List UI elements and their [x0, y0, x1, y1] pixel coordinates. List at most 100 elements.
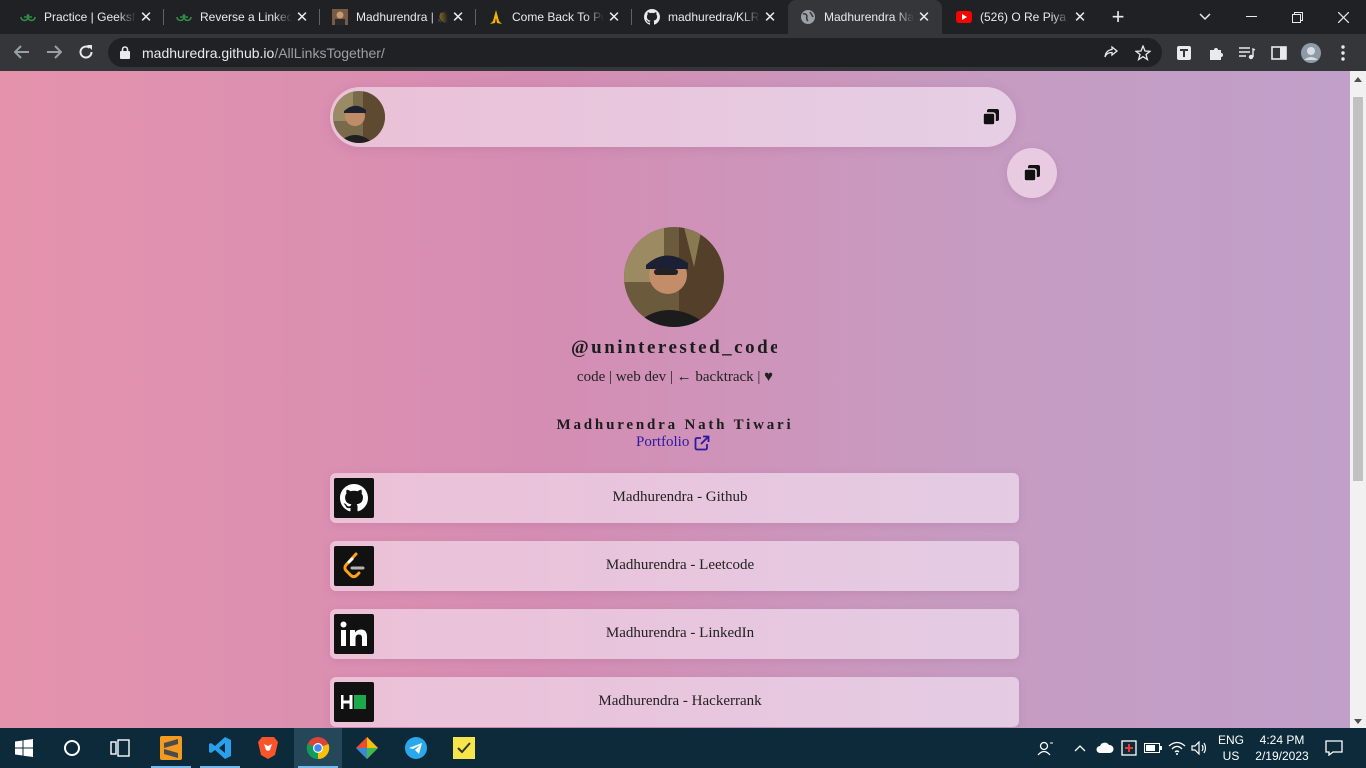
telegram-icon[interactable]: [392, 728, 440, 768]
link-label: Madhurendra - Leetcode: [605, 557, 755, 573]
close-icon[interactable]: ✕: [914, 7, 934, 27]
sublime-text-icon[interactable]: [147, 728, 195, 768]
tab-title: Madhurendra Na: [824, 10, 914, 24]
tab-6[interactable]: (526) O Re Piya [S ✕: [944, 0, 1098, 34]
tray-chevron-up-icon[interactable]: [1070, 728, 1090, 768]
copy-icon[interactable]: [982, 108, 1000, 126]
tab-5-active[interactable]: Madhurendra Na ✕: [788, 0, 942, 34]
task-view-icon[interactable]: [96, 728, 144, 768]
tab-0[interactable]: Practice | GeeksforGeeks ✕: [8, 0, 164, 34]
tab-3[interactable]: Come Back To Pos ✕: [476, 0, 632, 34]
portfolio-label: Portfolio: [636, 434, 690, 450]
share-bar: [330, 87, 1016, 147]
onedrive-cloud-icon[interactable]: [1094, 728, 1116, 768]
antivirus-icon[interactable]: [1118, 728, 1140, 768]
minimize-icon[interactable]: [1228, 0, 1274, 34]
clock-time: 4:24 PM: [1259, 733, 1305, 747]
wifi-icon[interactable]: [1166, 728, 1188, 768]
scroll-up-arrow-icon[interactable]: [1354, 77, 1362, 82]
media-playlist-icon[interactable]: [1236, 42, 1258, 64]
taskbar-clock[interactable]: 4:24 PM 2/19/2023: [1249, 732, 1315, 764]
profile-full-name: Madhurendra Nath Tiwari: [556, 417, 794, 433]
input-language-indicator[interactable]: ENG US: [1214, 732, 1248, 764]
close-icon[interactable]: ✕: [136, 7, 156, 27]
url-text: madhuredra.github.io/AllLinksTogether/: [142, 45, 385, 61]
chrome-icon[interactable]: [294, 728, 342, 768]
gfg-icon: [20, 9, 36, 25]
forward-arrow-icon[interactable]: [40, 38, 68, 66]
tab-4[interactable]: madhuredra/KLR ✕: [632, 0, 788, 34]
copy-link-button[interactable]: [1007, 148, 1057, 198]
profile-tagline: code | web dev | ← backtrack | ♥: [576, 369, 774, 385]
volume-icon[interactable]: [1189, 728, 1211, 768]
language-region: US: [1222, 749, 1240, 763]
profile-handle: @uninterested_code: [571, 337, 777, 358]
link-label: Madhurendra - LinkedIn: [605, 625, 755, 641]
extensions-puzzle-icon[interactable]: [1205, 42, 1227, 64]
side-panel-icon[interactable]: [1268, 42, 1290, 64]
profile-avatar-icon[interactable]: [1300, 42, 1322, 64]
clock-date: 2/19/2023: [1255, 749, 1309, 763]
vscode-icon[interactable]: [196, 728, 244, 768]
tab-title: Practice | GeeksforGeeks: [44, 10, 136, 24]
reload-icon[interactable]: [72, 38, 100, 66]
globe-icon: [800, 9, 816, 25]
copy-icon: [1023, 165, 1040, 182]
sticky-notes-icon[interactable]: [440, 728, 488, 768]
tab-title: madhuredra/KLR: [668, 10, 760, 24]
portfolio-link[interactable]: Portfolio: [636, 434, 710, 451]
tab-title: Come Back To Pos: [512, 10, 604, 24]
tab-1[interactable]: Reverse a Linked List ✕: [164, 0, 320, 34]
battery-icon[interactable]: [1142, 728, 1164, 768]
text-extension-icon[interactable]: [1173, 42, 1195, 64]
url-host: madhuredra.github.io: [142, 45, 275, 61]
notification-icon[interactable]: [1320, 728, 1348, 768]
link-card-leetcode[interactable]: Madhurendra - Leetcode: [330, 541, 1019, 591]
browser-toolbar: madhuredra.github.io/AllLinksTogether/: [0, 34, 1366, 71]
language-code: ENG: [1217, 733, 1244, 747]
profile-photo: [624, 227, 724, 327]
new-tab-button[interactable]: +: [1106, 4, 1130, 29]
scroll-thumb[interactable]: [1353, 97, 1363, 481]
close-window-icon[interactable]: [1320, 0, 1366, 34]
close-icon[interactable]: ✕: [760, 7, 780, 27]
git-tool-icon[interactable]: [343, 728, 391, 768]
link-label: Madhurendra - Github: [612, 489, 748, 505]
close-icon[interactable]: ✕: [448, 7, 468, 27]
pray-icon: [488, 9, 504, 25]
bookmark-star-icon[interactable]: [1133, 43, 1153, 63]
github-icon: [644, 9, 660, 25]
share-avatar-image: [333, 91, 385, 143]
link-label: Madhurendra - Hackerrank: [598, 693, 762, 709]
youtube-icon: [956, 9, 972, 25]
link-card-linkedin[interactable]: Madhurendra - LinkedIn: [330, 609, 1019, 659]
brave-browser-icon[interactable]: [244, 728, 292, 768]
tab-search-chevron-icon[interactable]: [1182, 0, 1228, 34]
scroll-down-arrow-icon[interactable]: [1354, 719, 1362, 724]
more-menu-icon[interactable]: [1332, 42, 1354, 64]
tab-title: (526) O Re Piya [S: [980, 10, 1070, 24]
windows-start-icon[interactable]: [0, 728, 48, 768]
link-card-github[interactable]: Madhurendra - Github: [330, 473, 1019, 523]
vertical-scrollbar[interactable]: [1350, 71, 1366, 728]
search-circle-icon[interactable]: [48, 728, 96, 768]
tab-strip: Practice | GeeksforGeeks ✕ Reverse a Lin…: [0, 0, 1366, 34]
lock-icon: [120, 46, 130, 59]
windows-taskbar: ENG US 4:24 PM 2/19/2023: [0, 728, 1366, 768]
url-path: /AllLinksTogether/: [274, 45, 385, 61]
close-icon[interactable]: ✕: [292, 7, 312, 27]
share-icon[interactable]: [1101, 43, 1121, 63]
link-card-hackerrank[interactable]: Madhurendra - Hackerrank: [330, 677, 1019, 727]
gfg-icon: [176, 9, 192, 25]
page-viewport: @uninterested_code code | web dev | ← ba…: [0, 71, 1350, 728]
tab-title: Madhurendra | 👏: [356, 10, 448, 24]
back-arrow-icon[interactable]: [8, 38, 36, 66]
close-icon[interactable]: ✕: [604, 7, 624, 27]
tab-2[interactable]: Madhurendra | 👏 ✕: [320, 0, 476, 34]
close-icon[interactable]: ✕: [1070, 7, 1090, 27]
tab-title: Reverse a Linked List: [200, 10, 292, 24]
restore-icon[interactable]: [1274, 0, 1320, 34]
external-link-icon: [694, 435, 710, 450]
address-bar[interactable]: madhuredra.github.io/AllLinksTogether/: [108, 38, 1162, 67]
people-icon[interactable]: [1033, 728, 1057, 768]
